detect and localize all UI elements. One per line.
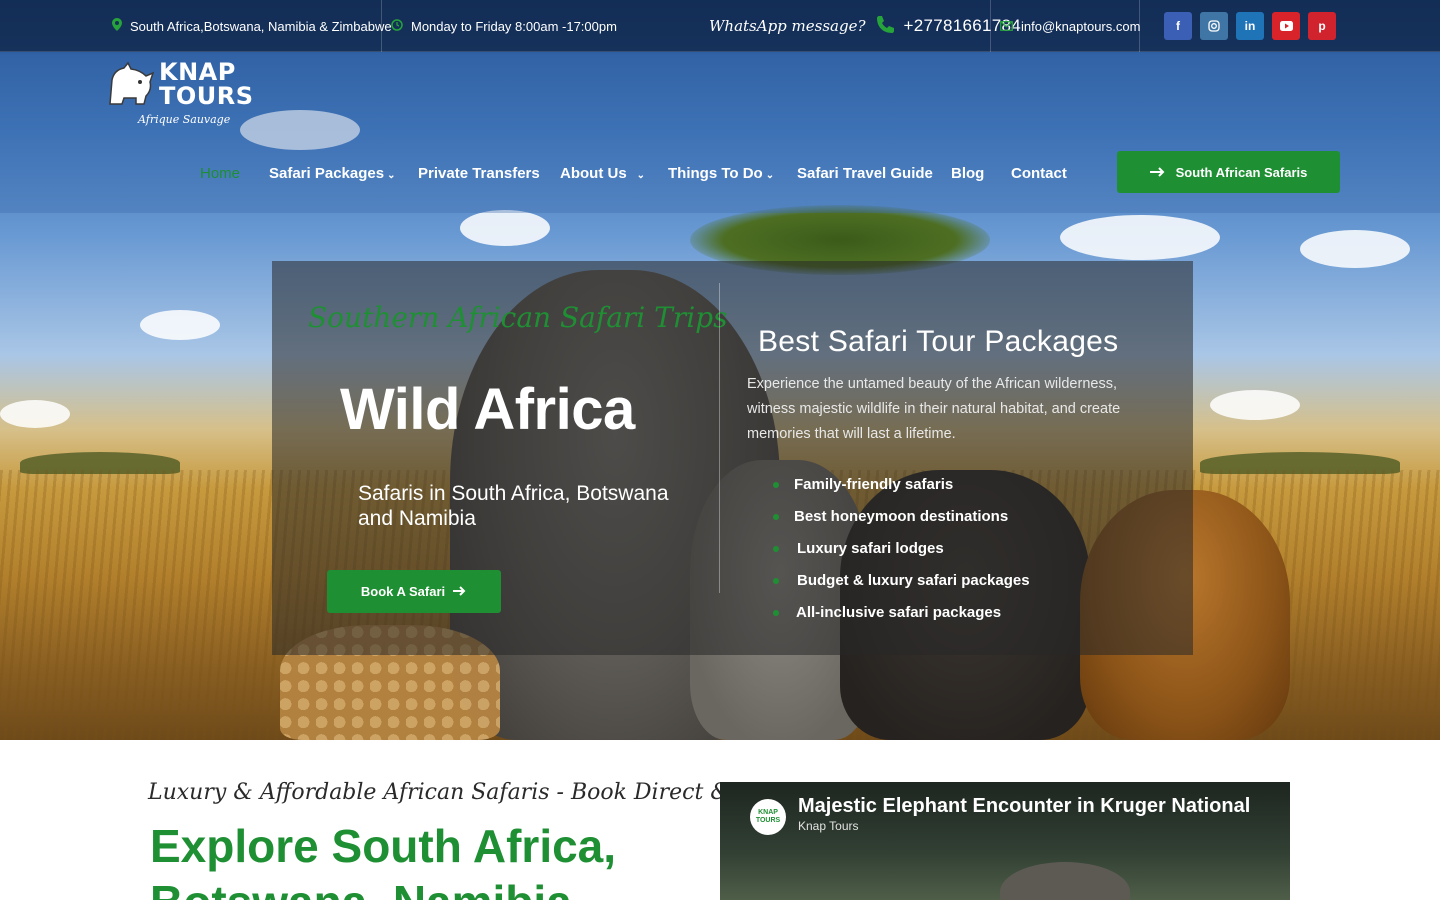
pinterest-icon[interactable]: p <box>1308 12 1336 40</box>
cloud <box>1300 230 1410 268</box>
elephant-thumbnail <box>1000 862 1130 900</box>
hero-card: Southern African Safari Trips Wild Afric… <box>272 261 1193 655</box>
hero-lead: Safaris in South Africa, Botswana and Na… <box>358 482 669 530</box>
feature-text: All-inclusive safari packages <box>796 604 1002 621</box>
feature-text: Best honeymoon destinations <box>794 508 1009 525</box>
nav-about-us-label: About Us <box>560 164 627 182</box>
packages-description: Experience the untamed beauty of the Afr… <box>747 376 1121 442</box>
phone-icon <box>874 14 896 39</box>
map-pin-icon <box>112 18 122 34</box>
whatsapp-contact[interactable]: WhatsApp message? +27781661784 <box>709 0 1021 52</box>
feature-text: Budget & luxury safari packages <box>797 572 1030 589</box>
nav-things-to-do[interactable]: Things To Do ⌄ <box>668 165 774 182</box>
cloud <box>0 400 70 428</box>
facebook-icon[interactable]: f <box>1164 12 1192 40</box>
youtube-video-embed[interactable]: KNAP TOURS Majestic Elephant Encounter i… <box>720 782 1290 900</box>
video-channel[interactable]: Knap Tours <box>798 819 859 833</box>
nav-private-transfers[interactable]: Private Transfers <box>418 165 540 182</box>
linkedin-icon[interactable]: in <box>1236 12 1264 40</box>
nav-safari-packages-label: Safari Packages <box>269 164 385 182</box>
intro-title: Explore South Africa, Botswana, Namibia <box>150 820 617 900</box>
envelope-icon <box>1000 19 1013 34</box>
south-african-safaris-button[interactable]: South African Safaris <box>1117 151 1340 193</box>
bullet-icon <box>773 578 779 584</box>
logo-tagline: Afrique Sauvage <box>138 113 231 126</box>
chevron-down-icon: ⌄ <box>636 169 646 181</box>
hero-script-title: Southern African Safari Trips <box>308 301 728 334</box>
cloud <box>1210 390 1300 420</box>
nav-blog[interactable]: Blog <box>951 165 984 182</box>
email-contact[interactable]: info@knaptours.com <box>1000 0 1140 52</box>
facebook-glyph: f <box>1176 19 1180 33</box>
email-text[interactable]: info@knaptours.com <box>1021 19 1140 34</box>
divider <box>1139 0 1140 52</box>
book-a-safari-button[interactable]: Book A Safari <box>327 570 501 613</box>
nav-home[interactable]: Home <box>200 165 240 182</box>
packages-title: Best Safari Tour Packages <box>758 325 1119 358</box>
cloud <box>460 210 550 246</box>
pinterest-glyph: p <box>1318 19 1326 33</box>
video-title[interactable]: Majestic Elephant Encounter in Kruger Na… <box>798 795 1250 818</box>
hours-text: Monday to Friday 8:00am -17:00pm <box>411 18 617 34</box>
nav-things-to-do-label: Things To Do <box>668 164 763 182</box>
linkedin-glyph: in <box>1244 19 1256 33</box>
feature-text: Luxury safari lodges <box>797 540 944 557</box>
divider <box>990 0 991 52</box>
chevron-down-icon: ⌄ <box>765 169 775 181</box>
hero-headline: Wild Africa <box>340 377 635 442</box>
feature-text: Family-friendly safaris <box>794 476 954 493</box>
arrow-right-icon <box>1149 165 1166 180</box>
site-logo[interactable]: KNAP TOURS Afrique Sauvage <box>106 58 253 132</box>
list-item: All-inclusive safari packages <box>772 601 1030 633</box>
clock-icon <box>391 18 403 34</box>
arrow-right-icon <box>453 584 467 599</box>
rhino-logo-icon <box>106 60 156 108</box>
top-bar: South Africa,Botswana, Namibia & Zimbabw… <box>0 0 1440 52</box>
whatsapp-label: WhatsApp message? <box>709 17 866 35</box>
cta-label: South African Safaris <box>1175 164 1308 180</box>
location-text: South Africa,Botswana, Namibia & Zimbabw… <box>130 18 392 34</box>
logo-word-tours: TOURS <box>159 82 254 110</box>
channel-avatar[interactable]: KNAP TOURS <box>750 799 786 835</box>
bullet-icon <box>773 546 779 552</box>
list-item: Budget & luxury safari packages <box>772 569 1030 601</box>
divider <box>381 0 382 52</box>
nav-safari-packages[interactable]: Safari Packages ⌄ <box>269 165 395 182</box>
nav-contact[interactable]: Contact <box>1011 165 1067 182</box>
nav-about-us[interactable]: About Us ⌄ <box>560 165 645 182</box>
bullet-icon <box>773 610 779 616</box>
book-button-label: Book A Safari <box>360 584 446 599</box>
list-item: Luxury safari lodges <box>772 537 1030 569</box>
cloud <box>140 310 220 340</box>
youtube-icon[interactable] <box>1272 12 1300 40</box>
hours-info: Monday to Friday 8:00am -17:00pm <box>391 0 617 52</box>
cloud <box>1060 215 1220 260</box>
features-list: Family-friendly safaris Best honeymoon d… <box>772 473 1030 633</box>
bullet-icon <box>773 514 779 520</box>
list-item: Family-friendly safaris <box>772 473 1030 505</box>
card-divider <box>719 283 720 593</box>
nav-safari-travel-guide[interactable]: Safari Travel Guide <box>797 165 933 182</box>
bullet-icon <box>773 482 779 488</box>
chevron-down-icon: ⌄ <box>387 169 396 181</box>
instagram-icon[interactable] <box>1200 12 1228 40</box>
logo-word-knap: KNAP <box>159 58 236 86</box>
location-info: South Africa,Botswana, Namibia & Zimbabw… <box>112 0 392 52</box>
list-item: Best honeymoon destinations <box>772 505 1030 537</box>
intro-script: Luxury & Affordable African Safaris - Bo… <box>148 780 791 805</box>
